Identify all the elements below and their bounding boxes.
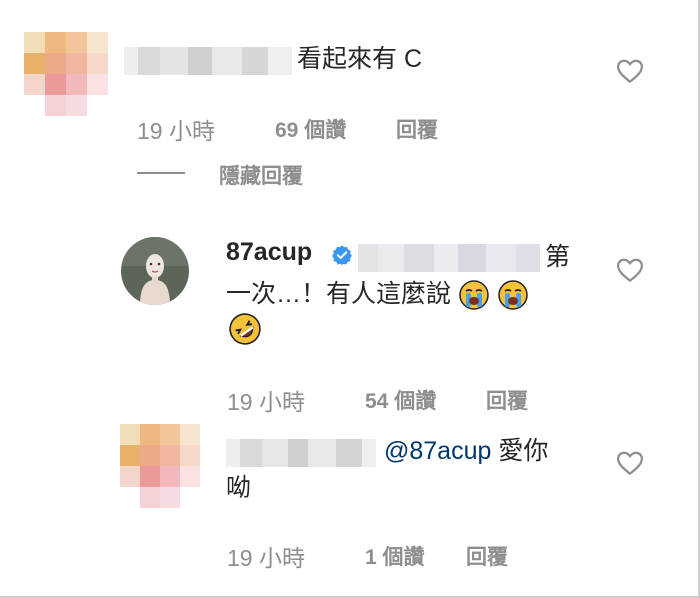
- comment-text-line1: @87acup 愛你: [384, 434, 548, 468]
- like-count-button[interactable]: 1 個讚: [365, 541, 425, 571]
- mention-link[interactable]: @87acup: [384, 437, 491, 465]
- rolling-on-floor-laughing-icon: [229, 313, 261, 345]
- comment-text-line2: 一次…！有人這麼說: [226, 277, 529, 311]
- comment-text-line2: 呦: [226, 474, 252, 502]
- comment-text: 一次…！有人這麼說: [226, 280, 452, 308]
- loudly-crying-face-icon: [459, 280, 489, 311]
- username-blurred[interactable]: [226, 439, 376, 467]
- avatar[interactable]: [24, 32, 108, 116]
- mention-blurred[interactable]: [358, 244, 540, 272]
- avatar[interactable]: [120, 236, 190, 306]
- comment-time: 19 小時: [137, 118, 215, 144]
- username[interactable]: 87acup: [226, 238, 312, 267]
- comment-text: 愛你: [491, 437, 549, 465]
- like-count-button[interactable]: 54 個讚: [365, 385, 436, 415]
- verified-badge-icon: [332, 245, 352, 265]
- comment-time: 19 小時: [227, 389, 305, 415]
- heart-icon[interactable]: [615, 255, 645, 285]
- comment-text-line1: 第: [545, 243, 571, 271]
- reply-button[interactable]: 回覆: [486, 385, 528, 415]
- reply-button[interactable]: 回覆: [466, 541, 508, 571]
- heart-icon[interactable]: [615, 56, 645, 86]
- like-count-button[interactable]: 69 個讚: [275, 114, 346, 144]
- comment-text: 看起來有 C: [297, 45, 423, 73]
- hide-replies-line: [137, 172, 185, 174]
- reply-button[interactable]: 回覆: [396, 114, 438, 144]
- hide-replies-button[interactable]: 隱藏回覆: [219, 160, 303, 190]
- heart-icon[interactable]: [615, 448, 645, 478]
- comment-time: 19 小時: [227, 545, 305, 571]
- avatar[interactable]: [120, 424, 200, 508]
- loudly-crying-face-icon: [498, 280, 528, 311]
- username-blurred[interactable]: [124, 47, 292, 75]
